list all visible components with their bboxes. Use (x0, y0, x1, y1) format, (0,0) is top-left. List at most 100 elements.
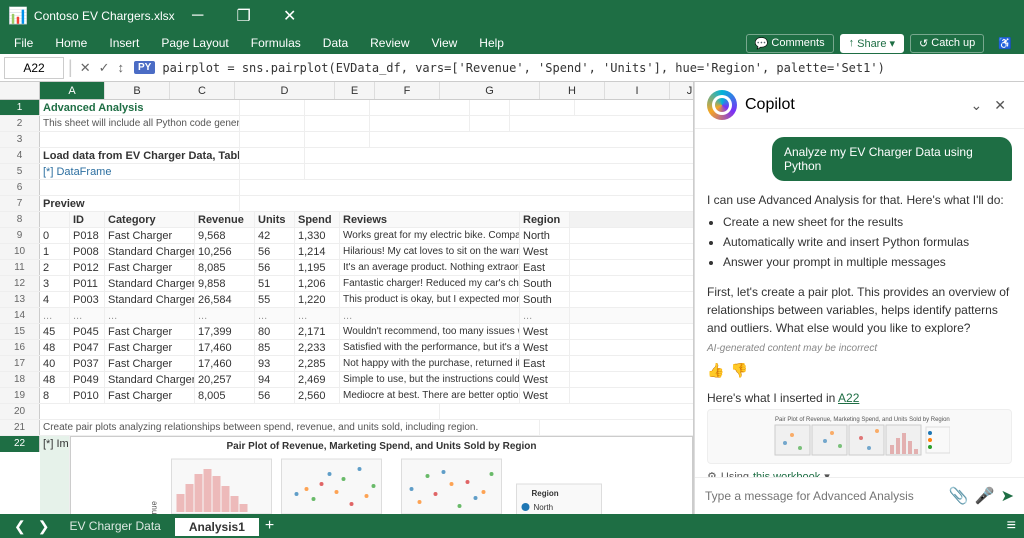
col-header-g[interactable]: G (440, 82, 540, 99)
copilot-bullet-3: Answer your prompt in multiple messages (723, 253, 1012, 271)
ribbon-tab-file[interactable]: File (4, 34, 43, 52)
cell-c8[interactable]: Category (105, 212, 195, 227)
send-button[interactable]: ➤ (1001, 486, 1014, 506)
row-num-6: 6 (0, 180, 40, 195)
svg-text:Region: Region (532, 489, 559, 498)
cell-a7[interactable]: Preview (40, 196, 240, 211)
cell-a21[interactable]: Create pair plots analyzing relationship… (40, 420, 540, 435)
col-header-b[interactable]: B (105, 82, 170, 99)
confirm-formula-icon[interactable]: ✓ (96, 60, 113, 76)
cell-d2[interactable] (370, 116, 470, 131)
cell-c1[interactable] (305, 100, 370, 115)
gear-icon: ⚙ (707, 470, 717, 477)
ribbon-tab-home[interactable]: Home (45, 34, 97, 52)
cell-g8[interactable]: Reviews (340, 212, 520, 227)
cell-e8[interactable]: Units (255, 212, 295, 227)
thumbs-down-button[interactable]: 👎 (730, 360, 747, 381)
close-button[interactable]: ✕ (267, 0, 313, 32)
mini-preview-svg: Pair Plot of Revenue, Marketing Spend, a… (770, 413, 950, 461)
sheet-tab-analysis1[interactable]: Analysis1 (175, 516, 259, 536)
accessibility-button[interactable]: ♿ (990, 35, 1020, 52)
cell-b2[interactable] (240, 116, 305, 131)
col-header-a[interactable]: A (40, 82, 105, 99)
ribbon-tab-pagelayout[interactable]: Page Layout (151, 34, 238, 52)
dropdown-icon[interactable]: ▾ (824, 470, 830, 477)
cell-a3[interactable] (40, 132, 240, 147)
row-num-2: 2 (0, 116, 40, 131)
add-sheet-button[interactable]: + (259, 517, 280, 535)
col-header-f[interactable]: F (375, 82, 440, 99)
cell-a5[interactable]: [*] DataFrame (40, 164, 240, 179)
maximize-button[interactable]: ❐ (221, 0, 267, 32)
formula-bar: | ✕ ✓ ↕ PY pairplot = sns.pairplot(EVDat… (0, 54, 1024, 82)
cell-b3[interactable] (240, 132, 305, 147)
copilot-message-input[interactable] (705, 489, 943, 503)
cell-c2[interactable] (305, 116, 370, 131)
prev-sheet-button[interactable]: ❮ (8, 518, 32, 535)
cell-a6[interactable] (40, 180, 240, 195)
cell-b1[interactable] (240, 100, 305, 115)
cell-link-a22[interactable]: A22 (838, 391, 859, 405)
comment-icon: 💬 (755, 37, 769, 50)
ai-disclaimer: AI-generated content may be incorrect (707, 341, 1012, 356)
copilot-close-button[interactable]: ✕ (988, 95, 1012, 116)
ribbon-tab-review[interactable]: Review (360, 34, 419, 52)
cell-e2[interactable] (470, 116, 510, 131)
copilot-messages: Analyze my EV Charger Data using Python … (695, 129, 1024, 477)
share-button[interactable]: ↑ Share ▾ (840, 34, 904, 53)
cell-a22-image[interactable]: [*] Image (40, 436, 70, 514)
ribbon-tab-data[interactable]: Data (313, 34, 358, 52)
cell-b8[interactable]: ID (70, 212, 105, 227)
col-header-c[interactable]: C (170, 82, 235, 99)
row-num-5: 5 (0, 164, 40, 179)
cancel-formula-icon[interactable]: ✕ (77, 60, 94, 76)
sheet-tab-ev-charger-data[interactable]: EV Charger Data (55, 517, 174, 535)
thumbs-up-button[interactable]: 👍 (707, 360, 724, 381)
spreadsheet: A B C D E F G H I J 1 Advanced Analysis (0, 82, 694, 514)
col-header-h[interactable]: H (540, 82, 605, 99)
cell-j8[interactable]: Region (520, 212, 570, 227)
col-header-e[interactable]: E (335, 82, 375, 99)
share-icon: ↑ (849, 37, 855, 49)
table-row: 18 48 P049 Standard Charger 20,257 94 2,… (0, 372, 693, 388)
ribbon-tab-help[interactable]: Help (469, 34, 514, 52)
window-controls: ─ ❐ ✕ (175, 0, 313, 32)
copilot-input-icons: 📎 🎤 ➤ (949, 486, 1014, 506)
col-header-j[interactable]: J (670, 82, 694, 99)
formula-bar-divider: | (68, 57, 73, 78)
inserted-text: Here's what I inserted in A22 (707, 391, 1012, 405)
microphone-button[interactable]: 🎤 (975, 486, 995, 506)
ribbon-tab-insert[interactable]: Insert (99, 34, 149, 52)
row-num-15: 15 (0, 324, 40, 339)
cell-f1[interactable] (510, 100, 575, 115)
ribbon-tab-view[interactable]: View (422, 34, 468, 52)
cell-c3[interactable] (305, 132, 370, 147)
minimize-button[interactable]: ─ (175, 0, 221, 32)
comments-button[interactable]: 💬 💬 Comments Comments (746, 34, 834, 53)
copilot-logo (707, 90, 737, 120)
cell-d8[interactable]: Revenue (195, 212, 255, 227)
cell-a1[interactable]: Advanced Analysis (40, 100, 240, 115)
col-header-d[interactable]: D (235, 82, 335, 99)
cell-reference-box[interactable] (4, 57, 64, 79)
ribbon-tab-formulas[interactable]: Formulas (241, 34, 311, 52)
table-row: 6 (0, 180, 693, 196)
row-num-12: 12 (0, 276, 40, 291)
cell-e1[interactable] (470, 100, 510, 115)
catchup-button[interactable]: ↺ ↺ Catch up Catch up (910, 34, 984, 53)
cell-b4[interactable] (240, 148, 305, 163)
sheets-menu-button[interactable]: ≡ (1007, 517, 1016, 535)
cell-f8[interactable]: Spend (295, 212, 340, 227)
pair-plot-chart: Pair Plot of Revenue, Marketing Spend, a… (70, 436, 693, 514)
table-row: 2 This sheet will include all Python cod… (0, 116, 693, 132)
cell-a4[interactable]: Load data from EV Charger Data, Table1 (40, 148, 240, 163)
col-header-i[interactable]: I (605, 82, 670, 99)
cell-b5[interactable] (240, 164, 305, 179)
cell-a2[interactable]: This sheet will include all Python code … (40, 116, 240, 131)
attachment-button[interactable]: 📎 (949, 486, 969, 506)
cell-d1[interactable] (370, 100, 470, 115)
cell-a8[interactable] (40, 212, 70, 227)
expand-formula-icon[interactable]: ↕ (115, 60, 128, 75)
next-sheet-button[interactable]: ❯ (32, 518, 56, 535)
copilot-collapse-button[interactable]: ⌄ (965, 95, 989, 116)
